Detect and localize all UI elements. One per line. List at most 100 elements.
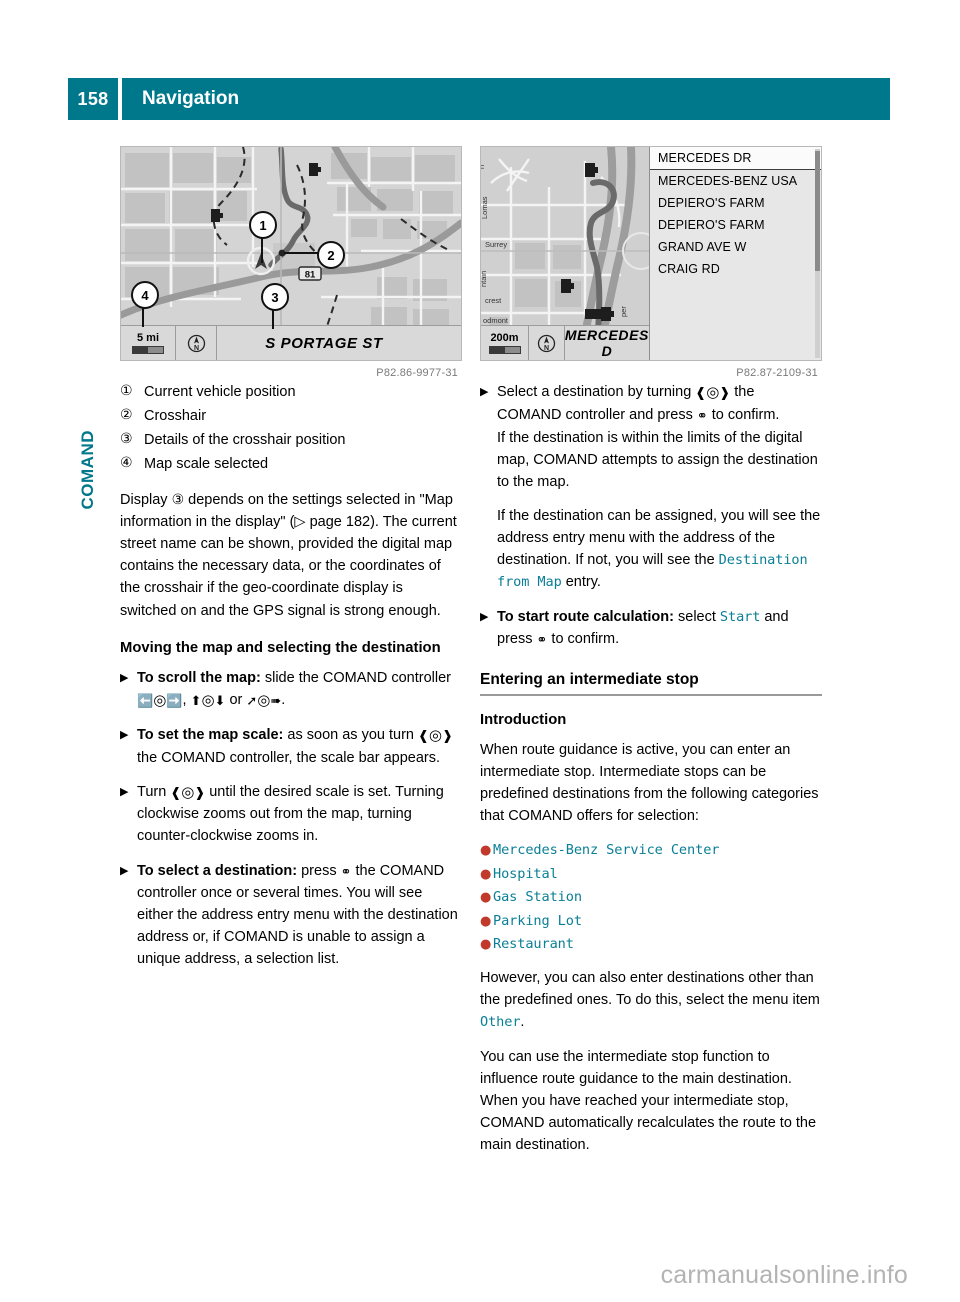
destination-list-item[interactable]: GRAND AVE W [650,236,821,258]
step-scroll-map-text-d: . [281,692,286,709]
bullet-icon: ● [480,866,492,882]
figure-map-overview-image: 81 1 2 3 4 5 mi N S PORTAGE ST [120,146,462,361]
legend-marker-2: ② [120,407,133,424]
svg-text:per: per [619,306,628,317]
map-scale-bar [132,345,164,354]
step-arrow-icon: ▶ [480,385,489,398]
section-heading-intermediate-stop: Entering an intermediate stop [480,671,822,696]
destination-list-item[interactable]: DEPIERO'S FARM [650,192,821,214]
svg-text:N: N [193,345,198,352]
page-title: Navigation [122,78,890,120]
leader-line-1 [261,235,263,263]
page-ref-arrow-icon: ▷ [294,514,306,531]
category-list-item[interactable]: ● Hospital [480,864,822,885]
category-list-item[interactable]: ● Restaurant [480,934,822,955]
step-select-destination: ▶ To select a destination: press ⚭ the C… [120,860,462,971]
right-column: n Lomas Surrey ntain crest odmont per ME… [480,146,822,1169]
paragraph-influence-route: You can use the intermediate stop functi… [480,1048,817,1153]
map-scale-indicator-2: 200m [481,326,530,360]
current-street-name: S PORTAGE ST [265,334,383,352]
figure-caption-left: P82.86-9977-31 [376,367,458,379]
legend-item: ① Current vehicle position [120,381,462,403]
map-scale-bar-2 [488,345,521,354]
heading-moving-map: Moving the map and selecting the destina… [120,639,441,656]
map-status-bar: 5 mi N S PORTAGE ST [121,325,461,360]
bullet-icon: ● [480,913,492,929]
legend-item: ② Crosshair [120,405,462,427]
step-turn-text-a: Turn [137,783,171,800]
start-route-bold: To start route calculation: [497,608,674,625]
display-settings-paragraph: Display ③ depends on the settings select… [120,489,462,621]
map-status-bar-2: 200m N MERCEDES D [481,325,649,360]
figure-caption-right: P82.87-2109-31 [736,367,818,379]
step-scroll-map: ▶ To scroll the map: slide the COMAND co… [120,667,462,712]
menu-item-start[interactable]: Start [720,609,761,625]
current-street-name-2: MERCEDES D [564,327,649,359]
press-controller-icon: ⚭ [696,408,708,424]
turn-controller-icon: ❰◎❱ [170,782,206,801]
callout-1: 1 [249,211,277,239]
category-label: Mercedes-Benz Service Center [493,842,720,859]
category-label: Parking Lot [493,912,582,929]
leader-line-2 [284,252,320,254]
paragraph-introduction: When route guidance is active, you can e… [480,742,819,825]
map-scale-label: 5 mi [136,331,159,344]
page-number: 158 [68,78,118,120]
svg-text:crest: crest [485,296,502,305]
category-list-item[interactable]: ● Gas Station [480,887,822,908]
category-list: ● Mercedes-Benz Service Center ● Hospital … [480,840,822,955]
step-set-scale-bold: To set the map scale: [137,726,284,743]
callout-3: 3 [261,283,289,311]
slide-up-down-icon: ⬆◎⬇ [190,691,226,710]
compass-icon: N [176,326,217,360]
compass-icon: N [529,326,565,360]
bullet-icon: ● [480,843,492,859]
svg-text:n: n [481,165,486,169]
step-arrow-icon: ▶ [120,784,129,798]
step-arrow-icon: ▶ [480,609,489,623]
step-select-dest-text-a: press [297,862,341,879]
chapter-tab-comand: COMAND [78,430,97,510]
legend-item: ④ Map scale selected [120,453,462,475]
step-arrow-icon: ▶ [120,727,129,741]
legend-text-2: Crosshair [144,408,207,425]
step-select-destination-turning: ▶ Select a destination by turning ❰◎❱ th… [480,381,822,493]
press-controller-icon: ⚭ [340,864,352,880]
destination-list-item-selected[interactable]: MERCEDES DR [650,147,821,170]
category-list-item[interactable]: ● Parking Lot [480,911,822,932]
rc-step-text-a: Select a destination by turning [497,384,696,400]
svg-text:ntain: ntain [481,271,488,287]
step-set-map-scale: ▶ To set the map scale: as soon as you t… [120,724,462,769]
category-list-item[interactable]: ● Mercedes-Benz Service Center [480,840,822,861]
turn-controller-icon: ❰◎❱ [695,383,731,401]
rc-step-extra-line: If the destination is within the limits … [497,429,818,490]
category-label: Hospital [493,865,558,882]
destination-list-item[interactable]: MERCEDES-BENZ USA [650,170,821,192]
map-scale-label-2: 200m [490,331,519,344]
step-scroll-map-text-b: , [182,692,191,709]
legend-marker-4: ④ [120,455,133,472]
menu-item-other[interactable]: Other [480,1014,521,1030]
step-scroll-map-text-a: slide the COMAND controller [260,670,451,686]
destination-list-scrollbar[interactable] [815,149,820,358]
destination-list-item[interactable]: CRAIG RD [650,258,821,280]
legend-text-4: Map scale selected [144,456,269,473]
map-scale-indicator: 5 mi [121,326,176,360]
other-part1: However, you can also enter destinations… [480,969,820,1008]
svg-text:N: N [544,345,549,352]
figure-map-overview: 81 1 2 3 4 5 mi N S PORTAGE ST P82.86-99… [120,146,462,379]
legend-marker-1: ① [120,383,133,399]
destination-list-item[interactable]: DEPIERO'S FARM [650,214,821,236]
display-para-part1: Display [120,492,172,509]
slide-diagonal-icon: ➚◎➠ [246,691,282,710]
category-label: Restaurant [493,936,574,953]
paragraph-destination-assigned: If the destination can be assigned, you … [497,505,822,593]
legend-text-3: Details of the crosshair position [144,432,346,449]
destination-list-panel[interactable]: MERCEDES DR MERCEDES-BENZ USA DEPIERO'S … [649,147,821,360]
step-set-scale-text-a: as soon as you turn [283,726,418,743]
step-turn-scale: ▶ Turn ❰◎❱ until the desired scale is se… [120,781,462,848]
legend-marker-3: ③ [120,431,133,448]
page-header: 158 Navigation [68,78,890,120]
svg-text:Surrey: Surrey [485,240,507,249]
step-select-dest-bold: To select a destination: [137,862,298,879]
